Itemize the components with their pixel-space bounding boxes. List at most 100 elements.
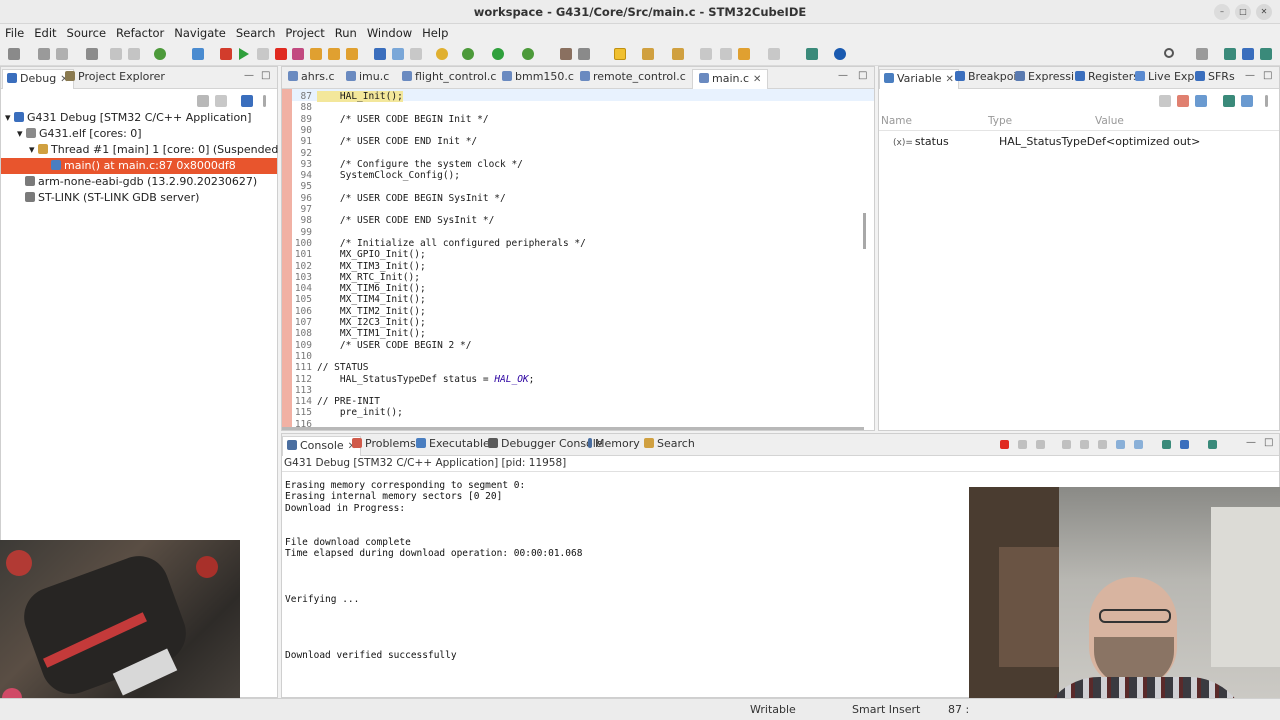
info-icon[interactable] — [834, 48, 846, 60]
collapse-icon[interactable] — [1195, 95, 1207, 107]
scroll-lock-icon[interactable] — [1080, 440, 1089, 449]
show-stderr-icon[interactable] — [1134, 440, 1143, 449]
external-tools-icon[interactable] — [522, 48, 534, 60]
close-icon[interactable]: ✕ — [1256, 4, 1272, 20]
remove-launch-icon[interactable] — [1018, 440, 1027, 449]
tab-expressions[interactable]: Expressi — [1015, 70, 1074, 88]
editor-hscrollbar[interactable] — [282, 427, 864, 430]
tab-debug[interactable]: Debug✕ — [2, 69, 74, 89]
search-icon[interactable] — [1164, 48, 1174, 58]
forward-nav-icon[interactable] — [768, 48, 780, 60]
tab-breakpoints[interactable]: Breakpoi — [955, 70, 1016, 88]
maximize-icon[interactable]: □ — [1235, 4, 1251, 20]
minimize-panel-icon[interactable]: — — [1246, 437, 1256, 448]
maximize-panel-icon[interactable]: □ — [1264, 437, 1273, 448]
remove-all-icon[interactable] — [1036, 440, 1045, 449]
tab-bmm150[interactable]: bmm150.c — [502, 70, 574, 88]
collapse-all-icon[interactable] — [197, 95, 209, 107]
code-line[interactable]: SystemClock_Config(); — [317, 170, 460, 181]
code-line[interactable]: /* Configure the system clock */ — [317, 159, 523, 170]
print-icon[interactable] — [86, 48, 98, 60]
code-line[interactable]: // STATUS — [317, 362, 368, 373]
maximize-panel-icon[interactable]: □ — [1263, 70, 1272, 81]
suspend-icon[interactable] — [257, 48, 269, 60]
editor-scrollbar-thumb[interactable] — [863, 213, 866, 249]
view-menu-icon[interactable] — [1265, 95, 1268, 107]
previous-annotation-icon[interactable] — [672, 48, 684, 60]
code-line[interactable]: /* USER CODE END Init */ — [317, 136, 477, 147]
open-task-icon[interactable] — [560, 48, 572, 60]
new-icon[interactable] — [8, 48, 20, 60]
code-line[interactable]: MX_GPIO_Init(); — [317, 249, 426, 260]
minimize-panel-icon[interactable]: — — [838, 70, 848, 81]
remove-terminated-icon[interactable] — [215, 95, 227, 107]
maximize-panel-icon[interactable]: □ — [858, 70, 867, 81]
code-line[interactable]: pre_init(); — [317, 407, 403, 418]
tab-main[interactable]: main.c ✕ — [692, 69, 769, 89]
menu-window[interactable]: Window — [362, 24, 417, 40]
tree-item-elf[interactable]: ▾ G431.elf [cores: 0] — [17, 126, 142, 142]
tab-debugger-console[interactable]: Debugger Console — [488, 437, 603, 455]
back-icon[interactable] — [738, 48, 750, 60]
code-line[interactable]: MX_TIM4_Init(); — [317, 294, 426, 305]
menu-edit[interactable]: Edit — [29, 24, 61, 40]
code-line[interactable]: /* USER CODE BEGIN 2 */ — [317, 340, 472, 351]
layout-icon[interactable] — [1223, 95, 1235, 107]
menu-file[interactable]: File — [0, 24, 29, 40]
undo-icon[interactable] — [110, 48, 122, 60]
tab-project-explorer[interactable]: Project Explorer — [65, 70, 165, 88]
run-icon[interactable] — [492, 48, 504, 60]
tree-item-frame[interactable]: main() at main.c:87 0x8000df8 — [1, 158, 277, 174]
terminate-icon[interactable] — [275, 48, 287, 60]
code-line[interactable]: HAL_Init(); — [317, 91, 403, 102]
next-annotation-icon[interactable] — [642, 48, 654, 60]
step-filter-icon[interactable] — [241, 95, 253, 107]
save-all-icon[interactable] — [56, 48, 68, 60]
clear-console-icon[interactable] — [1062, 440, 1071, 449]
step-return-icon[interactable] — [346, 48, 358, 60]
open-perspective-icon[interactable] — [806, 48, 818, 60]
forward-icon[interactable] — [720, 48, 732, 60]
restart-icon[interactable] — [392, 48, 404, 60]
code-line[interactable]: HAL_StatusTypeDef status = HAL_OK; — [317, 374, 535, 385]
column-name[interactable]: Name — [881, 115, 912, 127]
skip-breakpoints-icon[interactable] — [410, 48, 422, 60]
tab-ahrs[interactable]: ahrs.c — [288, 70, 335, 88]
step-over-icon[interactable] — [328, 48, 340, 60]
view-menu-icon[interactable] — [263, 95, 266, 107]
word-wrap-icon[interactable] — [1098, 440, 1107, 449]
terminate-icon[interactable] — [1000, 440, 1009, 449]
highlight-icon[interactable] — [614, 48, 626, 60]
pin-console-icon[interactable] — [1162, 440, 1171, 449]
code-line[interactable]: MX_I2C3_Init(); — [317, 317, 426, 328]
column-type[interactable]: Type — [988, 115, 1012, 127]
tree-item-stlink[interactable]: ST-LINK (ST-LINK GDB server) — [25, 190, 199, 206]
debug-icon[interactable] — [220, 48, 232, 60]
tab-remote-control[interactable]: remote_control.c — [580, 70, 686, 88]
refresh-icon[interactable] — [154, 48, 166, 60]
tab-variables[interactable]: Variable ✕ — [879, 69, 959, 89]
tab-sfrs[interactable]: SFRs — [1195, 70, 1235, 88]
tab-live-expressions[interactable]: Live Expr — [1135, 70, 1199, 88]
column-value[interactable]: Value — [1095, 115, 1124, 127]
redo-icon[interactable] — [128, 48, 140, 60]
debug-run-icon[interactable] — [462, 48, 474, 60]
build-icon[interactable] — [436, 48, 448, 60]
maximize-panel-icon[interactable]: □ — [261, 70, 270, 81]
tab-executables[interactable]: Executables — [416, 437, 496, 455]
debug-perspective-icon[interactable] — [1260, 48, 1272, 60]
tab-memory[interactable]: Memory — [588, 437, 640, 455]
code-line[interactable]: // PRE-INIT — [317, 396, 380, 407]
tab-search[interactable]: Search — [644, 437, 695, 455]
tab-flight-control[interactable]: flight_control.c — [402, 70, 496, 88]
instruction-step-icon[interactable] — [374, 48, 386, 60]
link-icon[interactable] — [192, 48, 204, 60]
code-line[interactable]: /* USER CODE END SysInit */ — [317, 215, 494, 226]
code-line[interactable]: MX_TIM6_Init(); — [317, 283, 426, 294]
menu-navigate[interactable]: Navigate — [169, 24, 231, 40]
menu-run[interactable]: Run — [330, 24, 362, 40]
minimize-panel-icon[interactable]: — — [244, 70, 254, 81]
menu-search[interactable]: Search — [231, 24, 281, 40]
open-console-icon[interactable] — [1208, 440, 1217, 449]
disconnect-icon[interactable] — [292, 48, 304, 60]
